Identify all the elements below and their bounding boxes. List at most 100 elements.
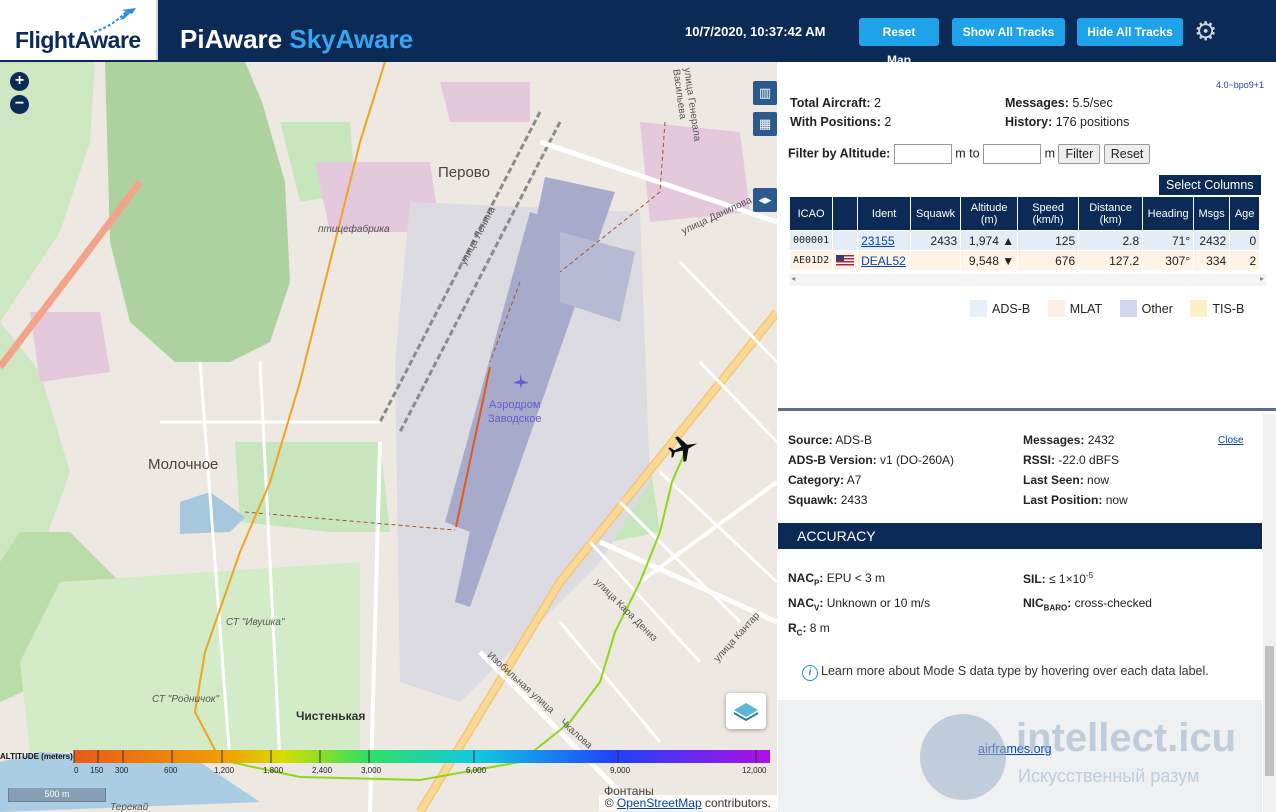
zoom-out-button[interactable]: − bbox=[10, 95, 29, 114]
legend-other: Other bbox=[1119, 300, 1173, 317]
col-heading[interactable]: Heading bbox=[1142, 196, 1195, 231]
nacp-value: EPU < 3 m bbox=[826, 571, 886, 585]
panel-divider[interactable] bbox=[778, 408, 1276, 411]
adsb-version-label[interactable]: ADS-B Version: bbox=[788, 453, 877, 467]
map-view-icon[interactable]: ▥ bbox=[753, 81, 777, 105]
reset-map-button[interactable]: Reset Map bbox=[859, 18, 939, 67]
col-altitude[interactable]: Altitude (m) bbox=[960, 196, 1019, 231]
place-perovo: Перово bbox=[438, 164, 490, 181]
detail-rc: RC: 8 m bbox=[788, 621, 830, 637]
history-label: History: bbox=[1005, 115, 1053, 129]
aircraft-marker-icon[interactable] bbox=[666, 431, 702, 465]
grid-view-icon[interactable]: ▦ bbox=[753, 112, 777, 136]
nicbaro-label-text: NIC bbox=[1023, 596, 1044, 610]
altitude-max-input[interactable] bbox=[983, 144, 1042, 164]
settings-gear-icon[interactable]: ⚙ bbox=[1194, 17, 1217, 45]
map-view[interactable]: + − ▥ ▦ ◂▸ Перово птицефабрика Молочное … bbox=[0, 62, 777, 812]
filter-button[interactable]: Filter bbox=[1058, 144, 1101, 164]
cell-msgs: 2432 bbox=[1193, 230, 1231, 251]
col-icao[interactable]: ICAO bbox=[788, 196, 834, 231]
detail-category: Category: A7 bbox=[788, 473, 861, 487]
cell-icao: AE01D2 bbox=[788, 250, 834, 271]
last-seen-label[interactable]: Last Seen: bbox=[1023, 473, 1084, 487]
messages-detail-value: 2432 bbox=[1087, 433, 1115, 447]
detail-vertical-scrollbar[interactable] bbox=[1263, 414, 1276, 812]
squawk-value: 2433 bbox=[840, 493, 868, 507]
col-age[interactable]: Age bbox=[1229, 196, 1261, 231]
sil-label[interactable]: SIL: bbox=[1023, 572, 1046, 586]
app-header: FlightAware PiAware SkyAware 10/7/2020, … bbox=[0, 0, 1276, 67]
total-aircraft-label: Total Aircraft: bbox=[790, 96, 871, 110]
detail-nacp: NACP: EPU < 3 m bbox=[788, 571, 885, 587]
ident-link[interactable]: DEAL52 bbox=[861, 254, 906, 268]
category-label[interactable]: Category: bbox=[788, 473, 844, 487]
sil-exponent: -5 bbox=[1085, 571, 1094, 580]
col-flag[interactable] bbox=[832, 196, 859, 231]
cell-ident: 23155 bbox=[857, 230, 912, 251]
messages-label: Messages: bbox=[1005, 96, 1069, 110]
place-ivushka: СТ "Ивушка" bbox=[226, 617, 285, 628]
legend-tisb: TIS-B bbox=[1190, 300, 1244, 317]
place-terekay: Терекай bbox=[110, 802, 149, 812]
rc-label[interactable]: RC: bbox=[788, 621, 806, 637]
nacv-label[interactable]: NACV: bbox=[788, 596, 823, 612]
nacp-label[interactable]: NACP: bbox=[788, 571, 823, 587]
ident-link[interactable]: 23155 bbox=[861, 234, 894, 248]
cell-flag bbox=[832, 250, 859, 271]
nicbaro-label[interactable]: NICBARO: bbox=[1023, 596, 1071, 612]
col-msgs[interactable]: Msgs bbox=[1193, 196, 1231, 231]
messages-detail-label[interactable]: Messages: bbox=[1023, 433, 1084, 447]
cell-squawk bbox=[910, 250, 962, 271]
altitude-min-input[interactable] bbox=[893, 144, 952, 164]
select-columns-button[interactable]: Select Columns bbox=[1159, 175, 1261, 195]
col-speed[interactable]: Speed (km/h) bbox=[1017, 196, 1080, 231]
detail-nacv: NACV: Unknown or 10 m/s bbox=[788, 596, 930, 612]
cell-speed: 125 bbox=[1017, 230, 1080, 251]
history-value: 176 positions bbox=[1055, 115, 1130, 129]
cell-age: 0 bbox=[1229, 230, 1261, 251]
with-positions-label: With Positions: bbox=[790, 115, 881, 129]
filter-unit-2: m bbox=[1044, 146, 1055, 161]
table-horizontal-scrollbar[interactable]: ◂ ▸ bbox=[789, 274, 1267, 286]
cell-distance: 2.8 bbox=[1078, 230, 1144, 251]
last-seen-value: now bbox=[1087, 473, 1110, 487]
history: History: 176 positions bbox=[1005, 115, 1129, 129]
adsb-version-value: v1 (DO-260A) bbox=[880, 453, 955, 467]
squawk-label[interactable]: Squawk: bbox=[788, 493, 837, 507]
col-distance[interactable]: Distance (km) bbox=[1078, 196, 1144, 231]
detail-nicbaro: NICBARO: cross-checked bbox=[1023, 596, 1152, 612]
legend-tick-label: 300 bbox=[115, 766, 129, 775]
legend-tick-label: 600 bbox=[164, 766, 178, 775]
total-aircraft-value: 2 bbox=[874, 96, 881, 110]
legend-other-swatch bbox=[1119, 300, 1137, 317]
cell-icao: 000001 bbox=[788, 230, 834, 251]
layers-button[interactable] bbox=[726, 693, 766, 729]
rssi-label[interactable]: RSSI: bbox=[1023, 453, 1055, 467]
flightaware-logo[interactable]: FlightAware bbox=[0, 0, 158, 60]
toggle-sidebar-icon[interactable]: ◂▸ bbox=[753, 188, 777, 212]
table-row[interactable]: 000001 23155 2433 1,974 ▲ 125 2.8 71° 24… bbox=[788, 230, 1261, 251]
cell-age: 2 bbox=[1229, 250, 1261, 271]
legend-adsb: ADS-B bbox=[970, 300, 1030, 317]
nacv-label-text: NAC bbox=[788, 596, 814, 610]
last-position-label[interactable]: Last Position: bbox=[1023, 493, 1102, 507]
watermark-subtitle: Искусственный разум bbox=[1018, 766, 1200, 786]
show-all-tracks-button[interactable]: Show All Tracks bbox=[952, 18, 1065, 46]
close-detail-link[interactable]: Close bbox=[1218, 435, 1244, 446]
zoom-in-button[interactable]: + bbox=[10, 72, 29, 91]
airport-label: Аэродром Заводское bbox=[488, 398, 541, 426]
table-row[interactable]: AE01D2 DEAL52 9,548 ▼ 676 127.2 307° 334… bbox=[788, 250, 1261, 271]
last-position-value: now bbox=[1105, 493, 1128, 507]
source-value: ADS-B bbox=[835, 433, 873, 447]
legend-mlat: MLAT bbox=[1047, 300, 1102, 317]
reset-filter-button[interactable]: Reset bbox=[1103, 144, 1151, 164]
col-ident[interactable]: Ident bbox=[857, 196, 912, 231]
openstreetmap-link[interactable]: OpenStreetMap bbox=[617, 796, 702, 810]
scrollbar-thumb[interactable] bbox=[1265, 646, 1274, 776]
hide-all-tracks-button[interactable]: Hide All Tracks bbox=[1077, 18, 1183, 46]
detail-messages: Messages: 2432 bbox=[1023, 433, 1114, 447]
airport-label-line1: Аэродром bbox=[489, 399, 541, 411]
legend-tisb-swatch bbox=[1190, 300, 1208, 317]
col-squawk[interactable]: Squawk bbox=[910, 196, 962, 231]
source-label[interactable]: Source: bbox=[788, 433, 833, 447]
